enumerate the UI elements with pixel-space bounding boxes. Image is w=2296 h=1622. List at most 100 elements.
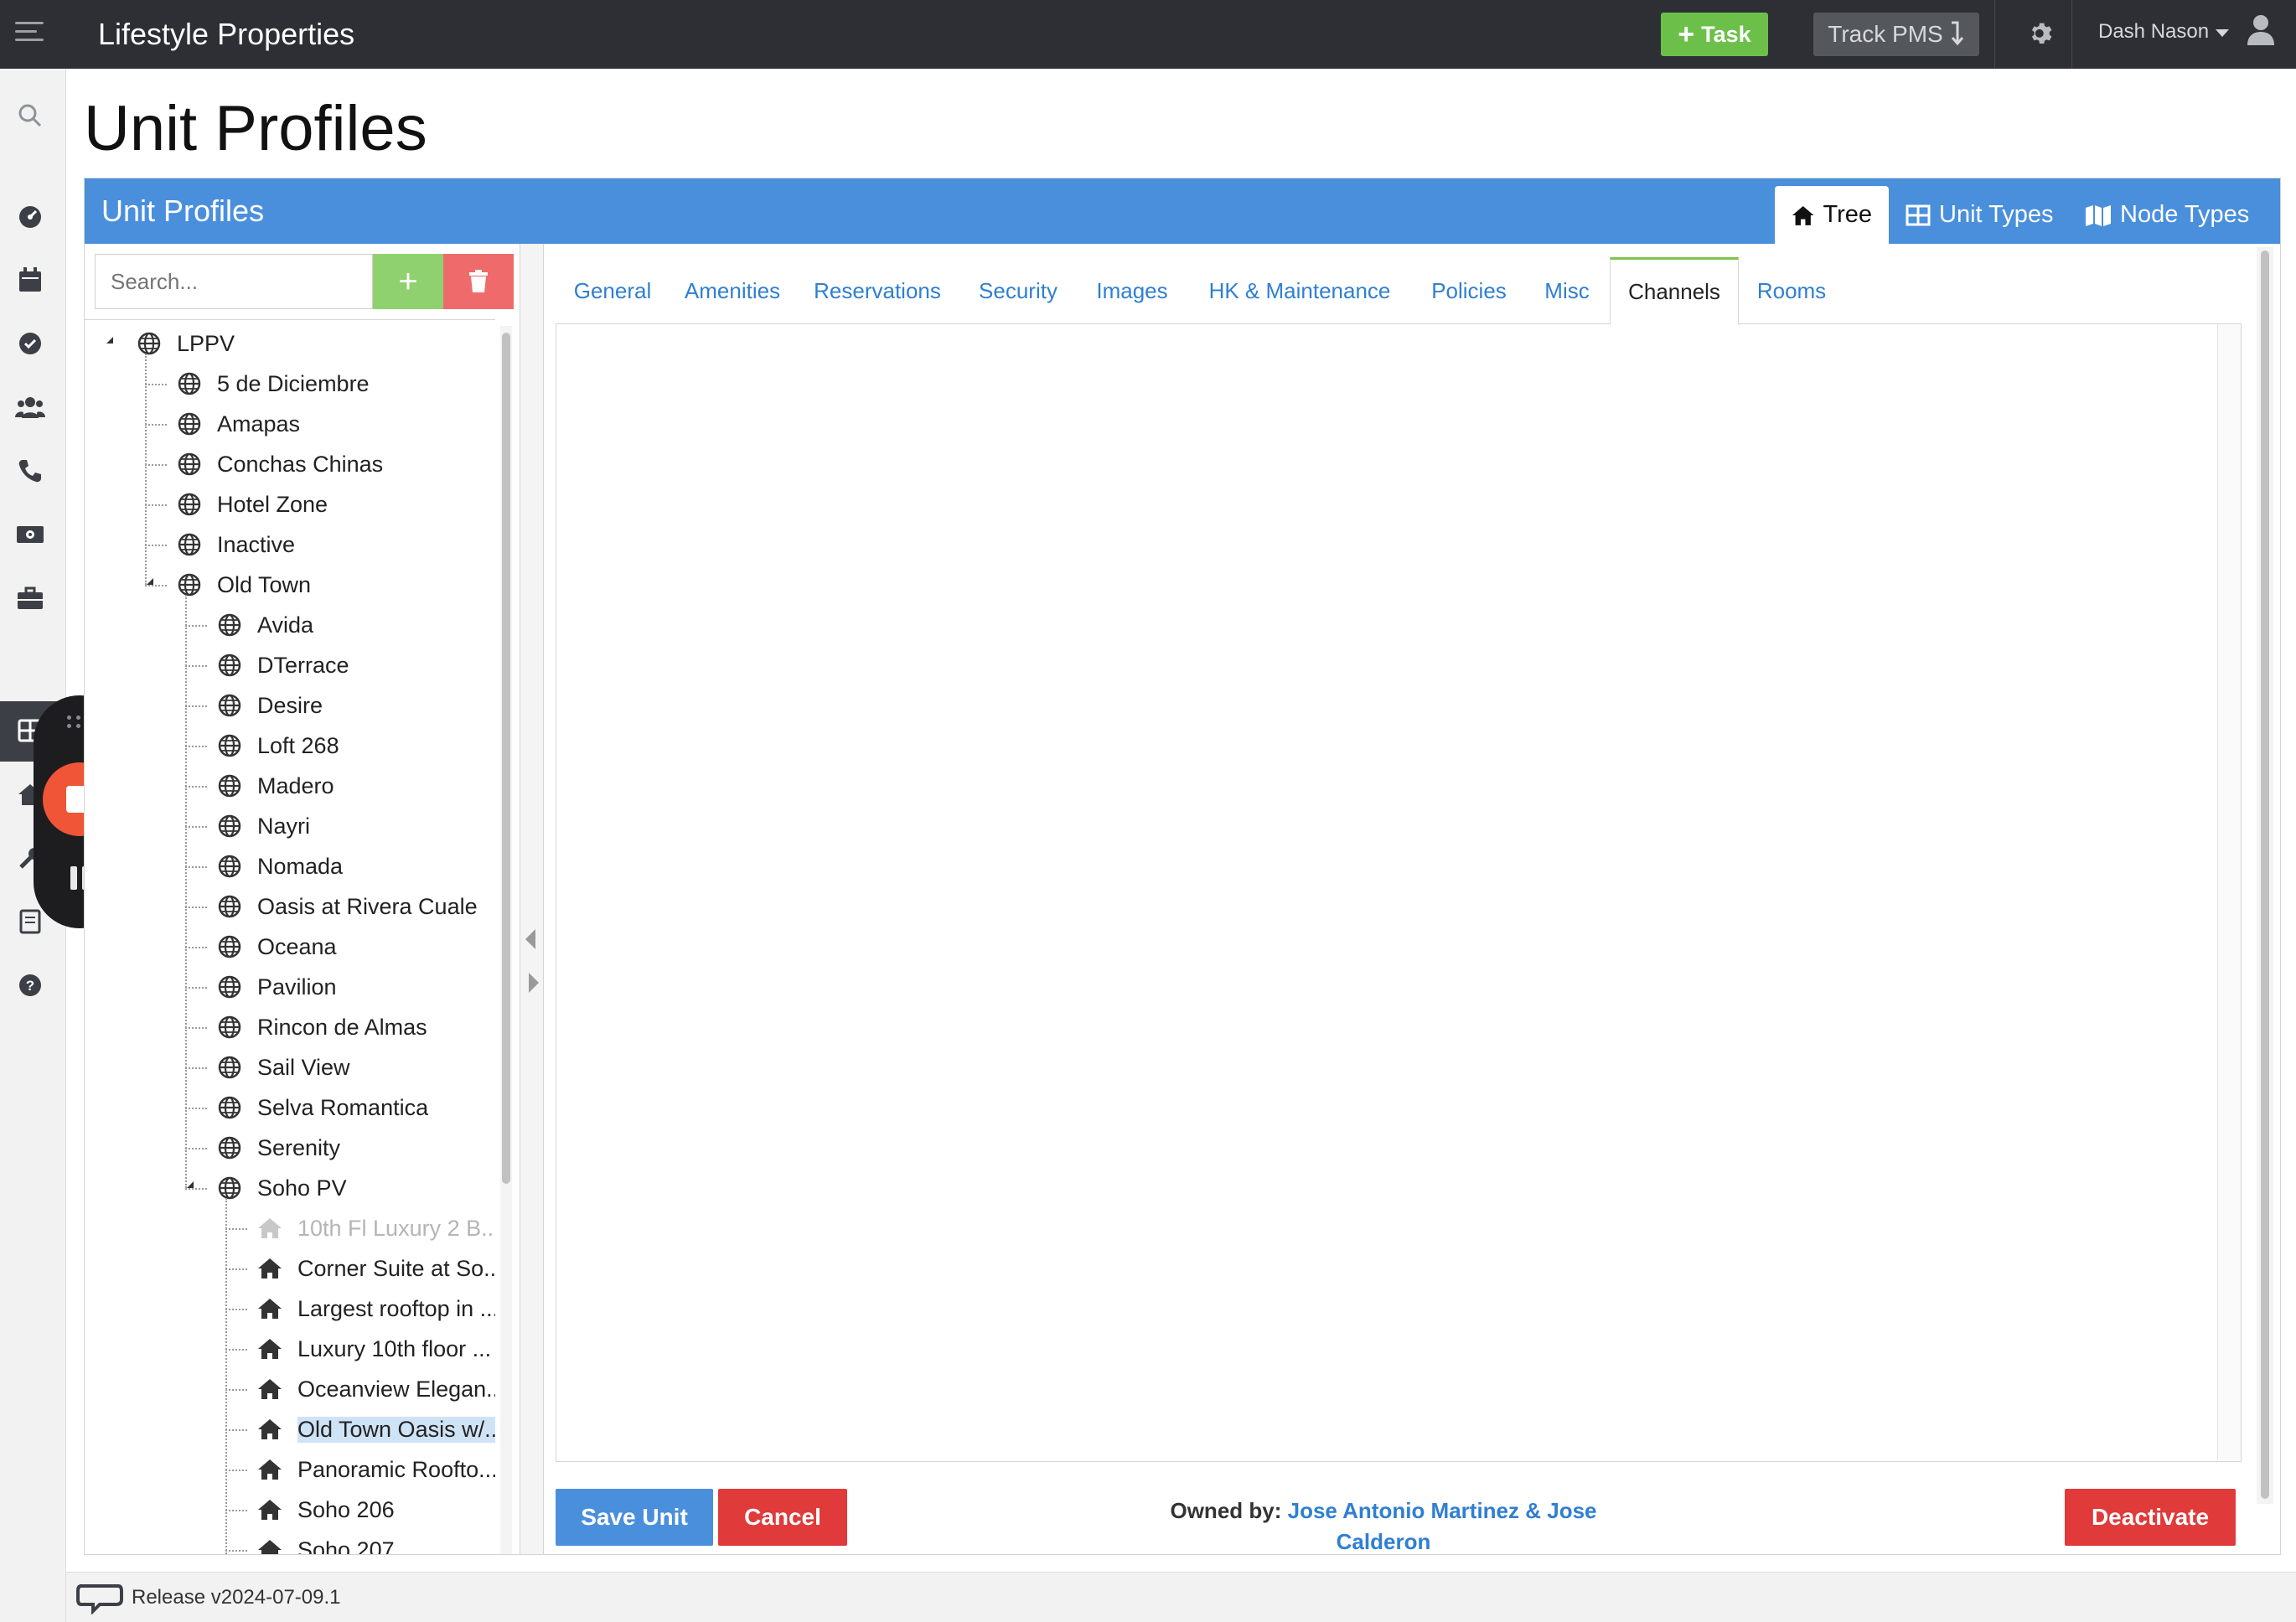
tree-item-label: Selva Romantica [257,1094,429,1120]
tree-node-item[interactable]: Conchas Chinas [177,444,383,484]
check-circle-icon[interactable] [15,328,45,359]
page-title: Unit Profiles [84,93,427,164]
content-scrollbar[interactable] [2257,247,2273,1504]
tree-node-item[interactable]: Soho PV [217,1168,347,1208]
globe-icon [177,492,202,517]
tree-node-item[interactable]: Avida [217,605,313,645]
trash-icon [469,270,488,292]
tree-node-item[interactable]: Amapas [177,404,300,444]
tree-node-item[interactable]: Desire [217,685,323,726]
tree-node-item[interactable]: Sail View [217,1047,350,1087]
tree-item-label: LPPV [177,330,235,356]
tree-node-item[interactable]: Nayri [217,806,310,846]
globe-icon [137,331,162,356]
home-icon [257,1256,282,1281]
tree-node-item[interactable]: Old Town [177,565,311,605]
tab-node-types[interactable]: Node Types [2068,186,2266,244]
users-icon[interactable] [15,392,45,422]
tree-unit-item[interactable]: Luxury 10th floor ... [257,1329,491,1369]
money-icon[interactable] [15,519,45,550]
expand-toggle-icon[interactable] [147,578,153,585]
tree-node-item[interactable]: Selva Romantica [217,1087,428,1128]
delete-node-button[interactable] [443,254,514,309]
tree-unit-item[interactable]: Oceanview Elegan... [257,1369,495,1409]
tree-unit-item[interactable]: Soho 206 [257,1490,395,1530]
tree-node-item[interactable]: DTerrace [217,645,349,685]
tab-policies[interactable]: Policies [1412,257,1526,324]
tree-node-item[interactable]: Loft 268 [217,726,339,766]
tree-unit-item[interactable]: Panoramic Roofto... [257,1449,495,1490]
tree-unit-item[interactable]: Largest rooftop in ... [257,1289,495,1329]
tree-connector [145,384,167,385]
tab-hk-maintenance[interactable]: HK & Maintenance [1187,257,1412,324]
frame-scrollbar[interactable] [2217,324,2241,1460]
collapse-right-icon[interactable] [529,973,539,993]
tree-item-label: Serenity [257,1134,341,1160]
tab-tree[interactable]: Tree [1775,186,1889,244]
tree-node-item[interactable]: Oasis at Rivera Cuale [217,886,478,927]
collapse-left-icon[interactable] [525,929,535,949]
tree-connector [225,1389,247,1391]
globe-icon [217,693,242,718]
tree-node-item[interactable]: Nomada [217,846,343,886]
user-menu[interactable]: Dash Nason [2098,20,2230,44]
tab-amenities[interactable]: Amenities [670,257,795,324]
tree-connector [145,424,167,426]
tree-search-input[interactable] [95,254,373,309]
tree-node-item[interactable]: LPPV [137,323,235,364]
tree-node-item[interactable]: Rincon de Almas [217,1007,427,1047]
deactivate-button[interactable]: Deactivate [2065,1489,2236,1546]
tab-misc[interactable]: Misc [1526,257,1608,324]
tree-item-label: Amapas [217,411,301,436]
tab-images[interactable]: Images [1077,257,1187,324]
tree-node-item[interactable]: Madero [217,766,334,806]
map-icon [2086,204,2111,226]
home-icon [257,1457,282,1482]
tree-item-label: Sail View [257,1054,350,1080]
calendar-icon[interactable] [15,265,45,295]
add-task-button[interactable]: + Task [1661,13,1768,56]
phone-icon[interactable] [15,456,45,486]
save-unit-button[interactable]: Save Unit [556,1489,713,1546]
tree-connector [185,595,187,1188]
tab-general[interactable]: General [556,257,670,324]
menu-toggle-icon[interactable] [15,22,49,47]
tab-security[interactable]: Security [959,257,1077,324]
track-pms-button[interactable]: Track PMS [1813,13,1979,56]
tree-unit-item[interactable]: Soho 207 [257,1530,395,1554]
tree-node-item[interactable]: Inactive [177,524,295,565]
tree-node-item[interactable]: 5 de Diciembre [177,364,370,404]
tab-channels[interactable]: Channels [1610,257,1739,325]
tree-node-item[interactable]: Pavilion [217,967,337,1007]
channels-frame [556,324,2242,1462]
add-node-button[interactable]: + [373,254,443,309]
expand-toggle-icon[interactable] [106,337,113,344]
cancel-button[interactable]: Cancel [718,1489,847,1546]
tab-reservations[interactable]: Reservations [795,257,959,324]
tree-node-item[interactable]: Hotel Zone [177,484,328,524]
pane-splitter[interactable] [520,244,544,1554]
briefcase-icon[interactable] [15,583,45,613]
home-icon [257,1537,282,1554]
user-avatar-icon[interactable] [2246,13,2276,47]
tab-unit-types[interactable]: Unit Types [1889,186,2070,244]
tree-unit-item[interactable]: Old Town Oasis w/... [257,1409,495,1449]
tree-node-item[interactable]: Oceana [217,927,337,967]
tree-node-item[interactable]: Serenity [217,1128,340,1168]
report-icon[interactable] [15,907,45,937]
tree-item-label: Madero [257,772,334,798]
tab-rooms[interactable]: Rooms [1739,257,1844,324]
owned-by: Owned by: Jose Antonio Martinez & Jose C… [1149,1495,1618,1557]
search-icon[interactable] [15,101,45,131]
tree-unit-item[interactable]: Corner Suite at So... [257,1248,495,1289]
owner-link[interactable]: Jose Antonio Martinez & Jose Calderon [1288,1498,1597,1554]
globe-icon [217,1055,242,1080]
settings-gear-icon[interactable] [2023,17,2056,50]
tree-unit-item[interactable]: 10th Fl Luxury 2 B... [257,1208,495,1248]
help-icon[interactable]: ? [15,970,45,1000]
dashboard-icon[interactable] [15,201,45,231]
tree-item-label: Rincon de Almas [257,1014,427,1040]
expand-toggle-icon[interactable] [187,1181,194,1188]
home-icon [257,1497,282,1522]
tree-scrollbar[interactable] [500,326,512,1554]
